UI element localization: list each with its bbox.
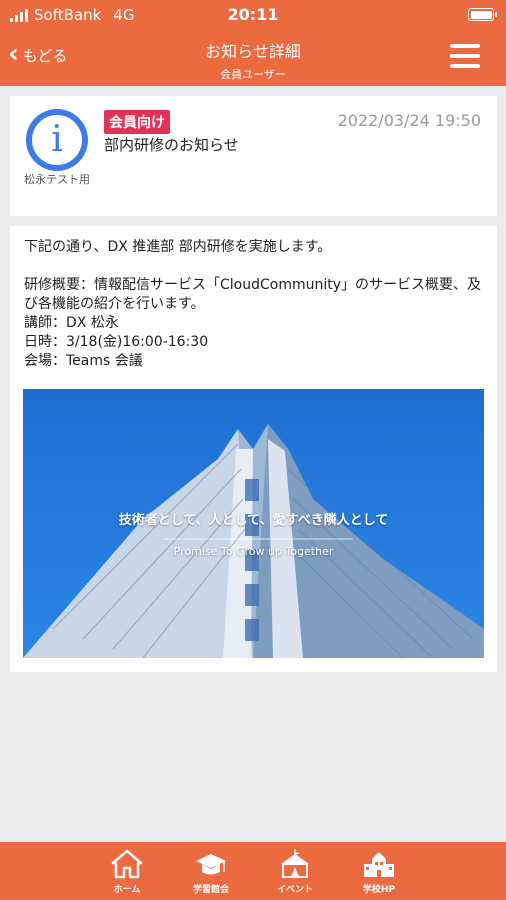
body-line: 会場：Teams 会議 (24, 353, 143, 369)
image-subcaption: Promise To Grow up Together (173, 545, 334, 558)
hamburger-menu-icon[interactable] (450, 44, 480, 68)
graduation-cap-icon (196, 854, 226, 875)
back-label: もどる (22, 46, 68, 65)
post-body-card: 下記の通り、DX 推進部 部内研修を実施します。 研修概要：情報配信サービス「C… (10, 226, 497, 672)
post-header-card: i 松永テスト用 会員向け 部内研修のお知らせ 2022/03/24 19:50 (10, 96, 497, 216)
body-line: 研修概要：情報配信サービス「CloudCommunity」のサービス概要、及び各… (24, 277, 482, 312)
page-title: お知らせ詳細 (205, 42, 301, 61)
tent-icon (281, 849, 309, 878)
post-date: 2022/03/24 19:50 (337, 111, 481, 130)
bottom-nav: ホーム 学習館会 イベント 学校HP (0, 842, 506, 900)
chevron-left-icon: ‹ (8, 38, 19, 69)
nav-learning-label: 学習館会 (192, 885, 229, 895)
nav-home-label: ホーム (113, 885, 141, 895)
body-line: 講師：DX 松永 (24, 315, 119, 331)
image-caption: 技術者として、人として、愛すべき隣人として (118, 513, 389, 528)
school-icon (364, 852, 394, 877)
post-title: 部内研修のお知らせ (104, 136, 239, 154)
post-body: 下記の通り、DX 推進部 部内研修を実施します。 研修概要：情報配信サービス「C… (24, 238, 484, 371)
nav-home[interactable]: ホーム (85, 842, 169, 900)
status-bar: SoftBank 4G 20:11 (0, 0, 506, 30)
nav-school-hp-label: 学校HP (362, 885, 396, 895)
home-icon (111, 849, 143, 879)
nav-event-label: イベント (276, 885, 313, 895)
page-subtitle: 会員ユーザー (220, 68, 286, 81)
sender-name: 松永テスト用 (24, 173, 90, 186)
building-image: 技術者として、人として、愛すべき隣人として Promise To Grow up… (23, 389, 484, 658)
info-icon: i (26, 109, 88, 171)
title-wrap: お知らせ詳細 会員ユーザー (120, 38, 386, 82)
back-button[interactable]: ‹ もどる (8, 40, 67, 70)
body-line: 日時：3/18(金)16:00-16:30 (24, 334, 209, 350)
body-line (24, 257, 484, 276)
body-line: 下記の通り、DX 推進部 部内研修を実施します。 (24, 239, 332, 255)
status-time: 20:11 (227, 5, 279, 24)
header: SoftBank 4G 20:11 ‹ もどる お知らせ詳細 会員ユーザー (0, 0, 506, 86)
members-only-badge: 会員向け (104, 110, 170, 134)
battery-icon (468, 8, 497, 21)
nav-learning[interactable]: 学習館会 (169, 842, 253, 900)
nav-school-hp[interactable]: 学校HP (337, 842, 421, 900)
nav-event[interactable]: イベント (253, 842, 337, 900)
